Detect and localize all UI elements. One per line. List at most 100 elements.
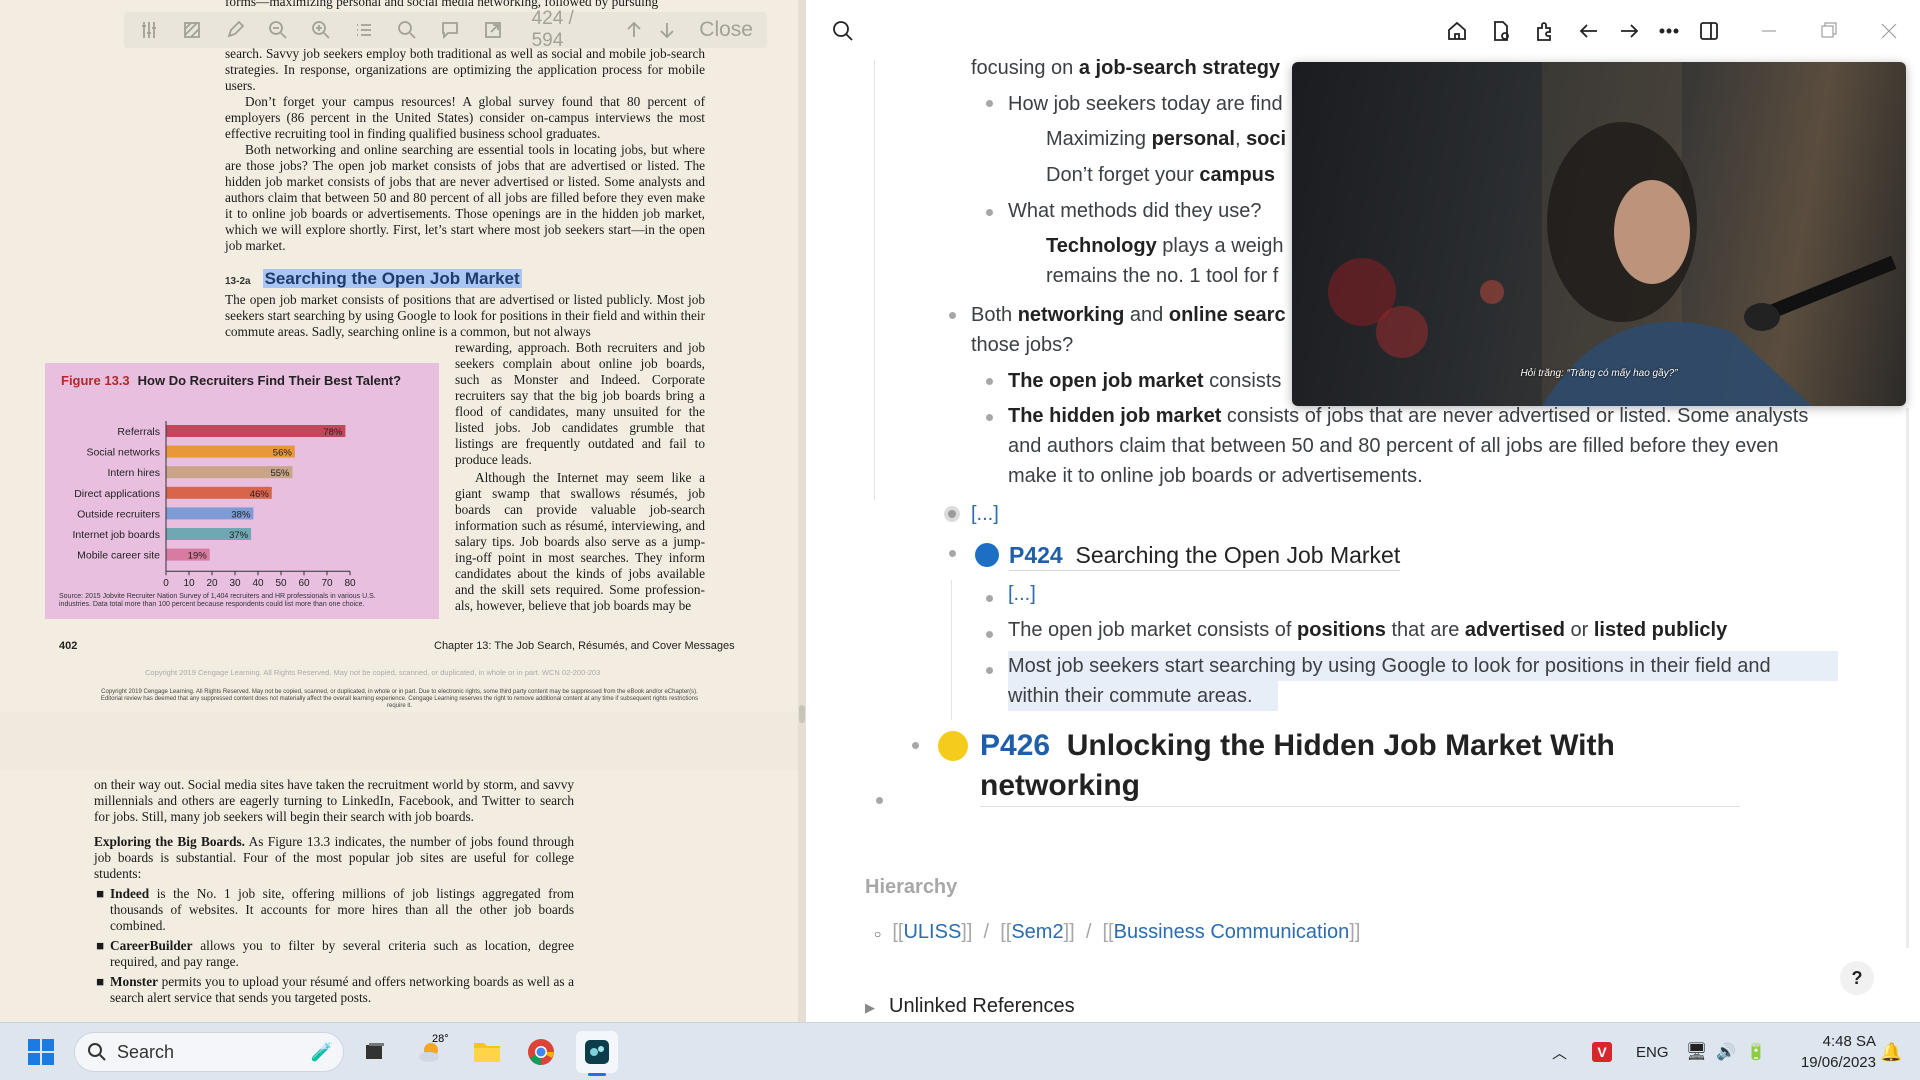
pdf-bullet-monster: ■ Monster permits you to upload your résu… — [96, 974, 575, 1005]
outline-block[interactable]: What methods did they use? — [1008, 196, 1261, 226]
outline-block[interactable]: Both networking and online searc — [971, 300, 1286, 330]
figure-source: Source: 2015 Jobvite Recruiter Nation Su… — [59, 593, 376, 608]
plugins-icon[interactable] — [1532, 18, 1558, 44]
hierarchy-label: Hierarchy — [865, 876, 958, 898]
scrollbar[interactable] — [1906, 408, 1909, 948]
yellow-marker-icon — [938, 731, 968, 761]
outline-block[interactable]: The open job market consists — [1008, 366, 1281, 396]
hierarchy-link-business-communication[interactable]: Bussiness Communication — [1114, 921, 1350, 943]
minimize-icon[interactable] — [1756, 18, 1782, 44]
notification-icon[interactable]: 🔔 — [1880, 1023, 1902, 1080]
block-bullet[interactable] — [986, 414, 993, 421]
block-bullet[interactable] — [912, 742, 919, 749]
figure-13-3: Figure 13.3 How Do Recruiters Find Their … — [45, 363, 439, 619]
search-highlight-icon: 🧪 — [310, 1041, 333, 1062]
block-bullet[interactable] — [986, 100, 993, 107]
logseq-app-icon[interactable] — [576, 1031, 618, 1076]
pane-resizer[interactable] — [798, 0, 806, 1022]
block-bullet[interactable] — [986, 631, 993, 638]
chart-value-label: 78% — [323, 427, 343, 438]
block-bullet[interactable] — [949, 312, 956, 319]
collapsed-bullet[interactable] — [944, 506, 960, 522]
clock-time: 4:48 SA — [1822, 1033, 1876, 1050]
file-explorer-icon[interactable] — [466, 1031, 508, 1073]
block-bullet[interactable] — [986, 378, 993, 385]
hierarchy-link-uliss[interactable]: ULISS — [903, 921, 961, 943]
chart-value-label: 55% — [270, 468, 290, 479]
block-bullet[interactable] — [986, 209, 993, 216]
arrow-down-icon[interactable] — [656, 18, 677, 42]
page-settings-icon[interactable] — [1488, 18, 1514, 44]
page-ref-tag[interactable]: P426 — [980, 729, 1050, 762]
back-arrow-icon[interactable] — [1576, 18, 1602, 44]
outline-block[interactable]: Maximizing personal, soci — [1046, 124, 1286, 154]
hierarchy-link-sem2[interactable]: Sem2 — [1011, 921, 1063, 943]
block-bullet[interactable] — [949, 550, 956, 557]
unlinked-references-toggle[interactable]: ▶ Unlinked References — [865, 995, 1075, 1018]
outline-block[interactable]: Technology plays a weigh — [1046, 231, 1284, 261]
outline-block[interactable]: How job seekers today are find — [1008, 89, 1283, 119]
search-icon[interactable] — [830, 18, 856, 44]
taskbar-search[interactable]: Search 🧪 — [74, 1032, 344, 1072]
outline-block-continued: remains the no. 1 tool for f — [1046, 265, 1279, 287]
chart-tick-label: 70 — [321, 578, 333, 589]
video-frame — [1328, 62, 1897, 406]
vivaldi-tray-icon[interactable]: V — [1592, 1023, 1612, 1080]
outline-block-continued: and authors claim that between 50 and 80… — [1008, 435, 1779, 457]
system-clock[interactable]: 4:48 SA 19/06/2023 — [1784, 1031, 1876, 1073]
pdf-viewer[interactable]: forms—maximizing personal and social med… — [0, 0, 806, 1022]
outline-block[interactable]: Don’t forget your campus — [1046, 160, 1275, 190]
chart-value-label: 37% — [229, 530, 249, 541]
outline-block-selected[interactable]: Most job seekers start searching by usin… — [1008, 651, 1838, 681]
more-icon[interactable] — [1656, 18, 1682, 44]
network-icon[interactable]: 🖥 — [1686, 1023, 1708, 1080]
forward-arrow-icon[interactable] — [1616, 18, 1642, 44]
zoom-out-icon[interactable] — [267, 18, 288, 42]
search-icon — [88, 1043, 106, 1061]
restore-icon[interactable] — [1816, 18, 1842, 44]
figure-title: Figure 13.3 How Do Recruiters Find Their … — [61, 373, 401, 388]
sidebar-toggle-icon[interactable] — [1696, 18, 1722, 44]
video-subtitle: Hỏi trăng: “Trăng có mấy hao gầy?” — [1520, 368, 1678, 379]
language-indicator[interactable]: ENG — [1636, 1023, 1669, 1080]
chapter-footer: Chapter 13: The Job Search, Résumés, and… — [434, 640, 735, 652]
ellipsis-link[interactable]: [...] — [1008, 579, 1036, 609]
outline-block[interactable]: The open job market consists of position… — [1008, 615, 1727, 645]
outline-block[interactable]: focusing on a job-search strategy — [971, 53, 1280, 83]
resizer-handle[interactable] — [799, 705, 805, 723]
outline-list-icon[interactable] — [353, 18, 374, 42]
picture-in-picture-video[interactable]: Hỏi trăng: “Trăng có mấy hao gầy?” — [1292, 62, 1906, 406]
heading-p426[interactable]: P426 Unlocking the Hidden Job Market Wit… — [980, 726, 1740, 807]
pdf-paragraph-3: Both networking and online searching are… — [225, 142, 705, 253]
close-window-icon[interactable] — [1876, 18, 1902, 44]
page-ref-tag[interactable]: P424 — [1009, 542, 1063, 568]
chevron-up-icon[interactable]: ︿ — [1552, 1023, 1567, 1080]
search-icon[interactable] — [396, 18, 417, 42]
home-icon[interactable] — [1444, 18, 1470, 44]
windows-start-icon[interactable] — [20, 1031, 62, 1073]
close-pdf-button[interactable]: Close — [699, 18, 753, 42]
block-bullet[interactable] — [986, 595, 993, 602]
chart-value-label: 19% — [188, 551, 208, 562]
copyright-notice: Copyright 2019 Cengage Learning. All Rig… — [100, 689, 699, 709]
zoom-in-icon[interactable] — [310, 18, 331, 42]
open-external-icon[interactable] — [483, 18, 504, 42]
heading-p424[interactable]: P424 Searching the Open Job Market — [1009, 540, 1401, 571]
pen-icon[interactable] — [224, 18, 245, 42]
sliders-icon[interactable] — [138, 18, 159, 42]
comment-icon[interactable] — [439, 18, 460, 42]
arrow-up-icon[interactable] — [623, 18, 644, 42]
battery-icon[interactable]: 🔋 — [1746, 1023, 1766, 1080]
empty-block-bullet[interactable] — [876, 797, 883, 804]
chrome-icon[interactable] — [520, 1031, 562, 1073]
task-view-icon[interactable] — [354, 1031, 396, 1073]
volume-icon[interactable]: 🔊 — [1716, 1023, 1736, 1080]
taskbar: Search 🧪 28° ︿ V ENG 🖥 🔊 🔋 4:48 SA 19/06… — [0, 1022, 1920, 1080]
ellipsis-link[interactable]: [...] — [971, 499, 999, 529]
weather-widget[interactable]: 28° — [410, 1031, 452, 1073]
blue-marker-icon — [975, 543, 999, 567]
block-bullet[interactable] — [986, 667, 993, 674]
clock-date: 19/06/2023 — [1800, 1054, 1876, 1071]
help-button[interactable]: ? — [1840, 961, 1874, 995]
area-select-icon[interactable] — [181, 18, 202, 42]
